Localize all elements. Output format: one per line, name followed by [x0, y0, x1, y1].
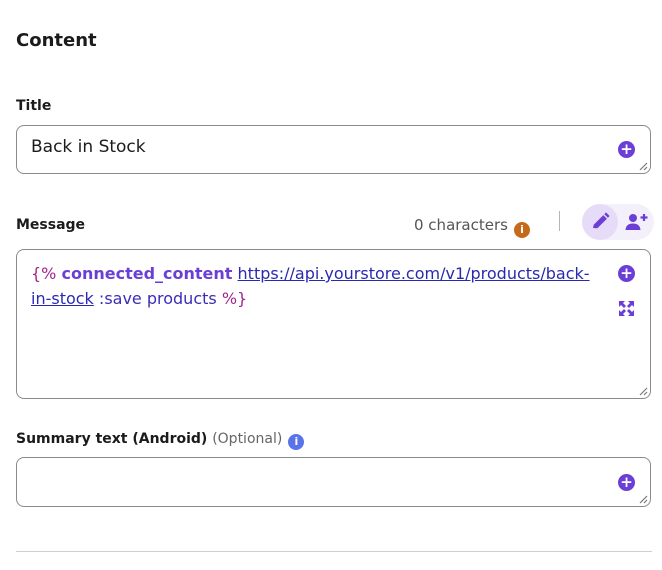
- edit-mode-button[interactable]: [582, 204, 618, 240]
- liquid-close-tag: %}: [221, 289, 248, 308]
- optional-tag: (Optional): [212, 431, 283, 447]
- add-personalization-icon[interactable]: +: [618, 265, 635, 282]
- liquid-keyword: connected_content: [61, 264, 233, 283]
- info-icon[interactable]: i: [288, 434, 305, 450]
- add-personalization-icon[interactable]: +: [618, 474, 635, 491]
- message-content: {% connected_content https://api.yoursto…: [31, 261, 603, 311]
- resize-grip-icon[interactable]: [639, 162, 648, 171]
- title-input-value: Back in Stock: [31, 137, 146, 157]
- personalize-button[interactable]: [618, 204, 654, 240]
- editor-mode-toggle: [582, 204, 654, 240]
- message-label: Message: [16, 217, 86, 233]
- liquid-open-tag: {%: [31, 264, 57, 283]
- add-personalization-icon[interactable]: +: [618, 141, 635, 158]
- liquid-arguments: :save products: [98, 289, 217, 308]
- title-input[interactable]: Back in Stock +: [16, 125, 651, 174]
- summary-label-text: Summary text (Android): [16, 431, 208, 447]
- pencil-icon: [593, 212, 610, 229]
- resize-grip-icon[interactable]: [639, 387, 648, 396]
- summary-input[interactable]: +: [16, 457, 651, 507]
- toolbar-divider: [559, 211, 560, 231]
- info-icon[interactable]: i: [513, 222, 530, 238]
- summary-label: Summary text (Android) (Optional) i: [16, 431, 305, 450]
- section-heading: Content: [16, 30, 97, 51]
- title-label: Title: [16, 98, 52, 114]
- expand-arrows-icon[interactable]: [618, 300, 635, 317]
- section-divider: [16, 551, 652, 552]
- character-counter: 0 characters i: [414, 216, 530, 238]
- message-textarea[interactable]: {% connected_content https://api.yoursto…: [16, 249, 651, 399]
- user-plus-icon: [625, 214, 648, 230]
- character-count: 0 characters: [414, 216, 508, 234]
- resize-grip-icon[interactable]: [639, 495, 648, 504]
